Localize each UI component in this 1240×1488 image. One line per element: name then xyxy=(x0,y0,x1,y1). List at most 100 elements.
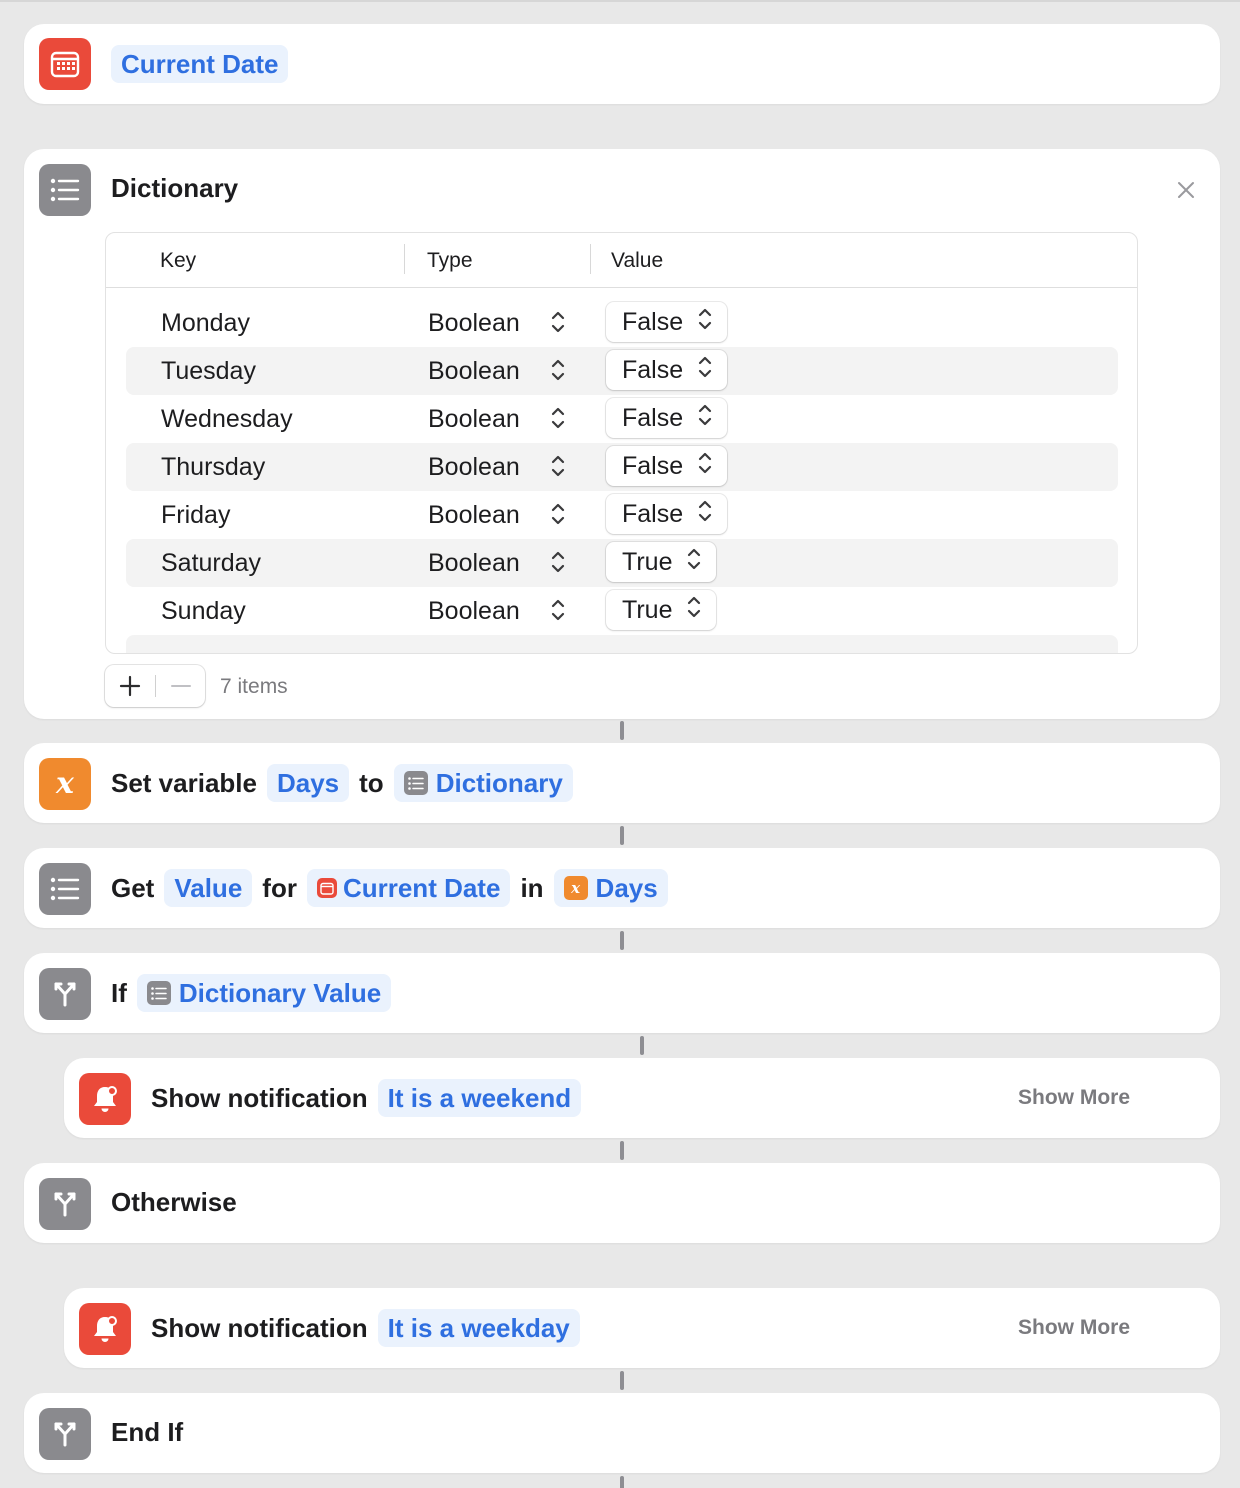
chevron-updown-icon[interactable] xyxy=(550,501,566,534)
row-type[interactable]: Boolean xyxy=(428,597,520,626)
row-key[interactable]: Thursday xyxy=(161,453,265,482)
to-label: to xyxy=(359,767,384,798)
set-variable-action[interactable]: x Set variable Days to Dictionary xyxy=(24,743,1220,823)
chevron-updown-icon xyxy=(697,306,713,339)
connector xyxy=(620,1371,624,1390)
bell-icon xyxy=(79,1303,131,1355)
row-key[interactable]: Friday xyxy=(161,501,230,530)
value-token[interactable]: Value xyxy=(164,869,253,907)
if-label: If xyxy=(111,977,127,1008)
list-icon xyxy=(39,863,91,915)
row-key[interactable]: Saturday xyxy=(161,549,261,578)
connector xyxy=(620,931,624,950)
connector xyxy=(620,721,624,740)
value-select[interactable]: False xyxy=(606,350,728,390)
days-token[interactable]: x Days xyxy=(553,869,668,907)
show-more-button[interactable]: Show More xyxy=(1018,1316,1130,1340)
row-type[interactable]: Boolean xyxy=(428,357,520,386)
row-key[interactable]: Wednesday xyxy=(161,405,293,434)
connector xyxy=(640,1036,644,1055)
branch-icon xyxy=(39,968,91,1020)
dictionary-token[interactable]: Dictionary xyxy=(393,764,573,802)
variable-icon: x xyxy=(563,876,588,900)
chevron-updown-icon[interactable] xyxy=(550,549,566,582)
notification-message-token[interactable]: It is a weekday xyxy=(377,1309,580,1347)
table-row[interactable]: Sunday Boolean True xyxy=(126,587,1118,635)
chevron-updown-icon xyxy=(697,498,713,531)
variable-name-token[interactable]: Days xyxy=(266,764,350,802)
row-type[interactable]: Boolean xyxy=(428,549,520,578)
variable-icon: x xyxy=(39,758,91,810)
row-type[interactable]: Boolean xyxy=(428,405,520,434)
end-if-label: End If xyxy=(111,1417,184,1447)
chevron-updown-icon[interactable] xyxy=(550,309,566,342)
table-row[interactable]: Friday Boolean False xyxy=(126,491,1118,539)
set-variable-label: Set variable xyxy=(111,767,257,798)
add-remove-stepper xyxy=(105,665,205,707)
row-type[interactable]: Boolean xyxy=(428,453,520,482)
close-icon[interactable] xyxy=(1176,180,1196,200)
value-select[interactable]: False xyxy=(606,398,728,438)
show-more-button[interactable]: Show More xyxy=(1018,1086,1130,1110)
row-type[interactable]: Boolean xyxy=(428,501,520,530)
current-date-token[interactable]: Current Date xyxy=(111,45,289,83)
branch-icon xyxy=(39,1178,91,1230)
header-value: Value xyxy=(611,249,664,272)
calendar-icon xyxy=(316,878,337,898)
add-item-button[interactable] xyxy=(105,665,155,707)
list-icon xyxy=(403,771,428,795)
value-select[interactable]: False xyxy=(606,494,728,534)
table-row-empty xyxy=(126,635,1118,653)
for-label: for xyxy=(262,872,297,903)
chevron-updown-icon xyxy=(686,594,702,627)
chevron-updown-icon xyxy=(686,546,702,579)
chevron-updown-icon[interactable] xyxy=(550,405,566,438)
table-header: Key Type Value xyxy=(106,233,1137,288)
get-value-action[interactable]: Get Value for Current Date in x Days xyxy=(24,848,1220,928)
chevron-updown-icon xyxy=(697,402,713,435)
calendar-icon xyxy=(39,38,91,90)
show-notification-label: Show notification xyxy=(151,1082,368,1113)
value-select[interactable]: False xyxy=(606,302,728,342)
otherwise-label: Otherwise xyxy=(111,1187,237,1217)
item-count: 7 items xyxy=(220,675,288,698)
table-row[interactable]: Wednesday Boolean False xyxy=(126,395,1118,443)
header-key: Key xyxy=(160,249,197,272)
otherwise-action[interactable]: Otherwise xyxy=(24,1163,1220,1243)
value-select[interactable]: True xyxy=(606,590,717,630)
show-notification-label: Show notification xyxy=(151,1312,368,1343)
row-key[interactable]: Tuesday xyxy=(161,357,256,386)
show-notification-weekend-action[interactable]: Show notification It is a weekend Show M… xyxy=(64,1058,1220,1138)
notification-message-token[interactable]: It is a weekend xyxy=(377,1079,582,1117)
connector xyxy=(620,1141,624,1160)
table-row[interactable]: Thursday Boolean False xyxy=(126,443,1118,491)
bell-icon xyxy=(79,1073,131,1125)
chevron-updown-icon[interactable] xyxy=(550,597,566,630)
dictionary-table: Key Type Value Monday Boolean False Tues… xyxy=(105,232,1138,654)
chevron-updown-icon xyxy=(697,354,713,387)
chevron-updown-icon xyxy=(697,450,713,483)
end-if-action[interactable]: End If xyxy=(24,1393,1220,1473)
connector xyxy=(620,1476,624,1488)
dictionary-value-token[interactable]: Dictionary Value xyxy=(136,974,392,1012)
branch-icon xyxy=(39,1408,91,1460)
table-row[interactable]: Monday Boolean False xyxy=(126,299,1118,347)
show-notification-weekday-action[interactable]: Show notification It is a weekday Show M… xyxy=(64,1288,1220,1368)
value-select[interactable]: True xyxy=(606,542,717,582)
in-label: in xyxy=(520,872,544,903)
get-label: Get xyxy=(111,872,155,903)
current-date-action[interactable]: Current Date xyxy=(24,24,1220,104)
dictionary-title: Dictionary xyxy=(111,173,239,203)
current-date-token[interactable]: Current Date xyxy=(306,869,511,907)
chevron-updown-icon[interactable] xyxy=(550,357,566,390)
row-key[interactable]: Sunday xyxy=(161,597,246,626)
if-action[interactable]: If Dictionary Value xyxy=(24,953,1220,1033)
chevron-updown-icon[interactable] xyxy=(550,453,566,486)
table-row[interactable]: Saturday Boolean True xyxy=(126,539,1118,587)
remove-item-button[interactable] xyxy=(157,665,205,707)
table-row[interactable]: Tuesday Boolean False xyxy=(126,347,1118,395)
connector xyxy=(620,826,624,845)
row-type[interactable]: Boolean xyxy=(428,309,520,338)
value-select[interactable]: False xyxy=(606,446,728,486)
row-key[interactable]: Monday xyxy=(161,309,250,338)
